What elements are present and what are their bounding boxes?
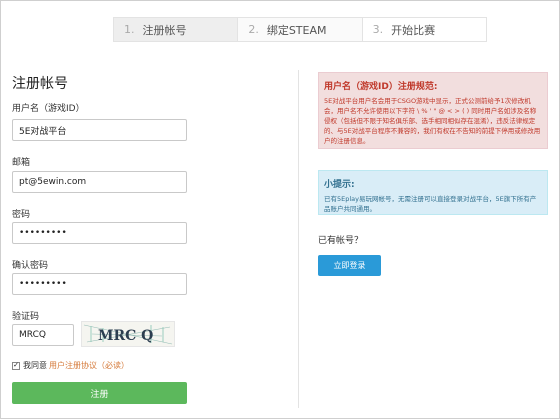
form-title: 注册帐号 <box>12 76 68 92</box>
confirm-password-label: 确认密码 <box>12 261 49 271</box>
agree-text: 我同意 <box>23 361 47 370</box>
step-number: 3. <box>372 23 384 36</box>
register-button[interactable]: 注册 <box>12 382 187 404</box>
column-divider <box>298 70 299 408</box>
agree-checkbox[interactable]: ✓ <box>12 361 20 370</box>
step-number: 1. <box>124 23 135 36</box>
tip-title: 小提示: <box>324 180 355 190</box>
step-label: 注册帐号 <box>142 23 187 37</box>
step-start-match: 3. 开始比赛 <box>362 18 486 41</box>
captcha-image[interactable]: MRC Q <box>81 321 175 347</box>
password-label: 密码 <box>12 210 31 220</box>
tip-box: 小提示: 已有5Eplay易玩网帐号，无需注册可以直接登录对战平台，5E旗下所有… <box>318 170 548 215</box>
step-register: 1. 注册帐号 <box>114 18 239 41</box>
captcha-input[interactable] <box>12 324 74 346</box>
password-input[interactable]: ••••••••• <box>12 222 187 244</box>
username-label: 用户名（游戏ID） <box>12 104 85 114</box>
step-bind-steam: 2. 绑定STEAM <box>238 18 363 41</box>
email-input[interactable] <box>12 171 187 193</box>
notice-title: 用户名（游戏ID）注册规范: <box>324 82 438 92</box>
username-input[interactable] <box>12 119 187 141</box>
step-label: 开始比赛 <box>391 23 436 37</box>
confirm-password-input[interactable]: ••••••••• <box>12 273 187 295</box>
captcha-label: 验证码 <box>12 312 40 322</box>
login-now-button[interactable]: 立即登录 <box>318 255 381 276</box>
step-label: 绑定STEAM <box>266 23 327 37</box>
username-rules-notice: 用户名（游戏ID）注册规范: 5E对战平台用户名会用于CSGO游戏中显示，正式公… <box>318 72 548 149</box>
step-number: 2. <box>248 23 259 36</box>
agreement-row: ✓ 我同意 用户注册协议（必读） <box>12 360 129 371</box>
step-bar: 1. 注册帐号 2. 绑定STEAM 3. 开始比赛 <box>113 17 487 42</box>
has-account-text: 已有帐号？ <box>318 236 364 246</box>
user-agreement-link[interactable]: 用户注册协议（必读） <box>49 360 129 371</box>
email-label: 邮箱 <box>12 158 31 168</box>
tip-body: 已有5Eplay易玩网帐号，无需注册可以直接登录对战平台，5E旗下所有产品账户共… <box>324 195 537 213</box>
notice-body: 5E对战平台用户名会用于CSGO游戏中显示，正式公测前给予1次修改机会，用户名不… <box>324 97 541 145</box>
captcha-image-text: MRC Q <box>98 328 153 344</box>
